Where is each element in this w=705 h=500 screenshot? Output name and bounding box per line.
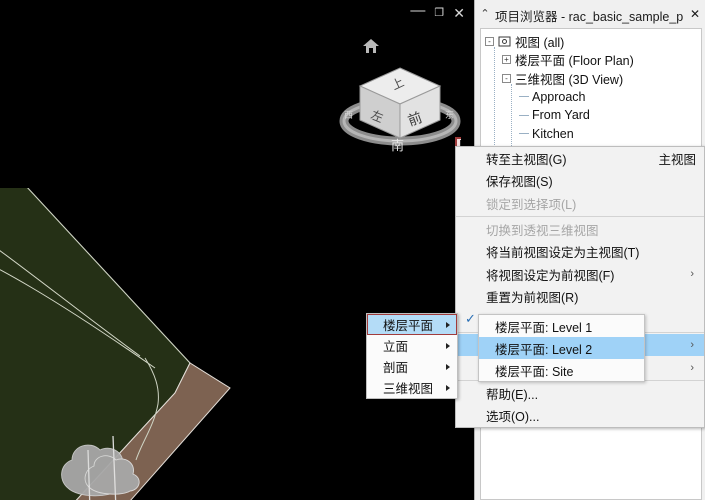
tree-item[interactable]: -三维视图 (3D View) — [481, 69, 701, 88]
menu-item-label: 保存视图(S) — [486, 171, 553, 190]
3d-viewport[interactable]: 西 东 南 上 左 前 — ❐ ✕ — [0, 0, 474, 500]
tree-item-label: From Yard — [532, 108, 590, 122]
chevron-right-icon — [446, 322, 450, 328]
tree-item-label: 视图 (all) — [515, 32, 564, 51]
application-window: 西 东 南 上 左 前 — ❐ ✕ ⌃ 项目浏览器 - rac_basic_s — [0, 0, 705, 500]
view-type-menu-label: 剖面 — [383, 357, 408, 376]
view-window-controls: — ❐ ✕ — [324, 0, 474, 26]
tree-branch-line — [519, 96, 529, 97]
tree-item-label: Approach — [532, 90, 586, 104]
menu-item[interactable]: 保存视图(S) — [456, 170, 704, 193]
menu-item[interactable]: 帮助(E)... — [456, 382, 704, 405]
view-type-submenu[interactable]: 楼层平面立面剖面三维视图 — [366, 313, 458, 399]
chevron-right-icon: › — [690, 339, 694, 351]
close-button[interactable]: ✕ — [453, 7, 465, 20]
maximize-button[interactable]: ❐ — [434, 7, 444, 20]
floor-plan-menu-label: 楼层平面: Level 1 — [495, 317, 592, 336]
check-icon: ✓ — [465, 311, 476, 327]
chevron-right-icon — [446, 385, 450, 391]
tree-expander[interactable]: + — [502, 55, 511, 64]
tree-item[interactable]: Approach — [481, 88, 701, 107]
view-type-menu-item[interactable]: 立面 — [367, 335, 457, 356]
menu-item[interactable]: 选项(O)... — [456, 405, 704, 428]
tree-item-label: Kitchen — [532, 127, 574, 141]
floor-plan-menu-label: 楼层平面: Level 2 — [495, 339, 592, 358]
chevron-right-icon: › — [690, 362, 694, 374]
view-type-menu-item[interactable]: 三维视图 — [367, 377, 457, 398]
menu-item-label: 选项(O)... — [486, 406, 539, 425]
view-type-menu-item[interactable]: 剖面 — [367, 356, 457, 377]
menu-item[interactable]: 将当前视图设定为主视图(T) — [456, 240, 704, 263]
menu-item-label: 将视图设定为前视图(F) — [486, 265, 614, 284]
menu-item-label: 将当前视图设定为主视图(T) — [486, 242, 639, 261]
floor-plan-menu-label: 楼层平面: Site — [495, 361, 574, 380]
menu-item-label: 重置为前视图(R) — [486, 287, 578, 306]
floor-plan-submenu[interactable]: 楼层平面: Level 1 楼层平面: Level 2 楼层平面: Site — [478, 314, 645, 382]
floor-plan-menu-item[interactable]: 楼层平面: Level 2 — [479, 337, 644, 359]
view-type-menu-label: 立面 — [383, 336, 408, 355]
tree-item[interactable]: From Yard — [481, 106, 701, 125]
menu-item[interactable]: 将视图设定为前视图(F) › — [456, 263, 704, 286]
compass-south: 南 — [391, 138, 404, 154]
menu-item[interactable]: 转至主视图(G) 主视图 — [456, 147, 704, 170]
menu-separator — [456, 216, 704, 217]
chevron-right-icon — [446, 343, 450, 349]
menu-item: 切换到透视三维视图 — [456, 218, 704, 241]
floor-plan-menu-item[interactable]: 楼层平面: Level 1 — [479, 315, 644, 337]
menu-item-label: 转至主视图(G) — [486, 149, 567, 168]
view-type-menu-item[interactable]: 楼层平面 — [367, 314, 457, 335]
compass-west: 西 — [344, 110, 353, 121]
tree-expander[interactable]: - — [485, 37, 494, 46]
menu-item[interactable]: 重置为前视图(R) — [456, 286, 704, 309]
menu-item-shortcut: 主视图 — [658, 149, 696, 168]
tree-item-label: 楼层平面 (Floor Plan) — [515, 50, 634, 69]
menu-item: 锁定到选择项(L) — [456, 192, 704, 215]
viewcube-context-menu[interactable]: 转至主视图(G) 主视图保存视图(S) 锁定到选择项(L) 切换到透视三维视图将当前视… — [455, 146, 705, 428]
menu-item-label: 帮助(E)... — [486, 384, 538, 403]
panel-close-icon[interactable]: ✕ — [690, 7, 700, 21]
panel-collapse-icon[interactable]: ⌃ — [478, 6, 492, 23]
minimize-button[interactable]: — — [410, 4, 425, 17]
floor-plan-menu-item[interactable]: 楼层平面: Site — [479, 359, 644, 381]
tree-branch-line — [519, 115, 529, 116]
home-icon[interactable] — [362, 38, 380, 54]
chevron-right-icon: › — [690, 268, 694, 280]
view-cube[interactable]: 西 东 南 上 左 前 — [330, 58, 470, 163]
tree-item-label: 三维视图 (3D View) — [515, 69, 623, 88]
project-browser-title: 项目浏览器 - rac_basic_sample_project.... — [495, 6, 683, 24]
chevron-right-icon — [446, 364, 450, 370]
compass-east: 东 — [445, 109, 454, 121]
view-type-menu-label: 三维视图 — [383, 378, 433, 397]
tree-expander[interactable]: - — [502, 74, 511, 83]
view-type-menu-label: 楼层平面 — [383, 315, 433, 334]
terrain-model — [0, 188, 290, 500]
tree-item[interactable]: + 楼层平面 (Floor Plan) — [481, 51, 701, 70]
tree-item[interactable]: - 视图 (all) — [481, 32, 701, 51]
menu-item-label: 锁定到选择项(L) — [486, 194, 576, 213]
tree-branch-line — [519, 133, 529, 134]
menu-item-label: 切换到透视三维视图 — [486, 220, 599, 239]
tree-item[interactable]: Kitchen — [481, 125, 701, 144]
